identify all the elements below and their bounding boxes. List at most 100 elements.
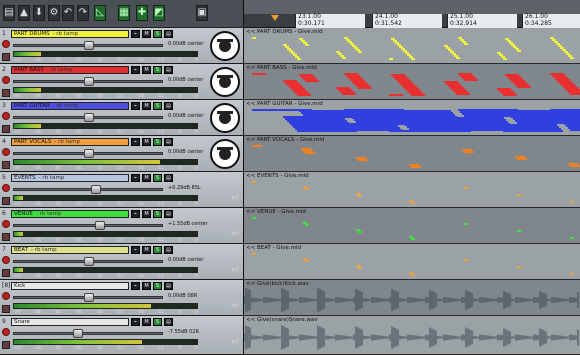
solo-button[interactable]: S <box>153 246 162 254</box>
track-6[interactable]: 6 VENUE - rb tamp ⌁ M S ▤ +1.55dB center -inf -48… <box>0 208 244 244</box>
env-button[interactable]: ▤ <box>164 318 173 326</box>
track-lane-4[interactable]: << PART VOCALS - Give.mid <box>244 136 580 172</box>
timeline-marker[interactable]: 24.1.00 0:31.542 <box>372 13 442 28</box>
env-button[interactable]: ▤ <box>164 66 173 74</box>
record-arm-button[interactable] <box>2 328 10 336</box>
io-routing-button[interactable] <box>2 341 10 349</box>
record-arm-button[interactable] <box>2 184 10 192</box>
track-7[interactable]: 7 BEAT - rb tamp ⌁ M S ▤ 0.00dB center -inf -48 -4… <box>0 244 244 280</box>
volume-fader-knob[interactable] <box>84 77 94 86</box>
io-routing-button[interactable] <box>2 269 10 277</box>
env-button[interactable]: ▤ <box>164 30 173 38</box>
track-name-field[interactable]: VENUE - rb tamp <box>11 210 129 218</box>
timeline-marker[interactable]: 26.1.00 0:34.285 <box>522 13 580 28</box>
track-lane-3[interactable]: << PART GUITAR - Give.mid <box>244 100 580 136</box>
io-routing-button[interactable] <box>2 197 10 205</box>
volume-fader[interactable] <box>13 113 163 122</box>
track-lane-5[interactable]: << EVENTS - Give.mid <box>244 172 580 208</box>
mute-button[interactable]: M <box>142 210 151 218</box>
track-name-field[interactable]: Kick <box>11 282 129 290</box>
volume-fader[interactable] <box>13 293 163 302</box>
volume-fader-knob[interactable] <box>84 113 94 122</box>
mute-button[interactable]: M <box>142 318 151 326</box>
metronome-button[interactable]: ◺ <box>94 5 106 21</box>
mute-button[interactable]: M <box>142 138 151 146</box>
env-button[interactable]: ▤ <box>164 174 173 182</box>
solo-button[interactable]: S <box>153 30 162 38</box>
save-project-button[interactable]: ⬇ <box>33 5 45 21</box>
track-lane-2[interactable]: << PART BASS - Give.mid <box>244 64 580 100</box>
playhead-marker-icon[interactable] <box>271 15 279 21</box>
track-lane-8[interactable]: << Give(kick)Kick.wav <box>244 280 580 316</box>
mute-button[interactable]: M <box>142 246 151 254</box>
record-arm-button[interactable] <box>2 256 10 264</box>
track-name-field[interactable]: BEAT - rb tamp <box>11 246 129 254</box>
volume-fader-knob[interactable] <box>72 329 83 338</box>
track-9[interactable]: 9 Snare ⌁ M S ▤ -7.55dB 02R -inf -48 -42 -36 -30 -24… <box>0 316 244 355</box>
volume-fader-knob[interactable] <box>91 185 101 194</box>
volume-fader-knob[interactable] <box>84 257 94 266</box>
fx-button[interactable]: ⌁ <box>131 102 140 110</box>
io-routing-button[interactable] <box>2 89 10 97</box>
solo-button[interactable]: S <box>153 138 162 146</box>
solo-button[interactable]: S <box>153 174 162 182</box>
track-lane-6[interactable]: << VENUE - Give.mid <box>244 208 580 244</box>
record-arm-button[interactable] <box>2 292 10 300</box>
track-name-field[interactable]: PART BASS - rb tamp <box>11 66 129 74</box>
fx-button[interactable]: ⌁ <box>131 30 140 38</box>
volume-fader[interactable] <box>13 77 163 86</box>
io-routing-button[interactable] <box>2 233 10 241</box>
project-settings-button[interactable]: ⚙ <box>48 5 60 21</box>
fx-button[interactable]: ⌁ <box>131 282 140 290</box>
mute-button[interactable]: M <box>142 102 151 110</box>
record-arm-button[interactable] <box>2 76 10 84</box>
record-arm-button[interactable] <box>2 148 10 156</box>
mute-button[interactable]: M <box>142 174 151 182</box>
volume-fader-knob[interactable] <box>84 149 94 158</box>
solo-button[interactable]: S <box>153 66 162 74</box>
record-arm-button[interactable] <box>2 40 10 48</box>
volume-fader-knob[interactable] <box>84 293 94 302</box>
volume-fader[interactable] <box>13 41 163 50</box>
new-project-button[interactable]: ▤ <box>3 5 15 21</box>
undo-button[interactable]: ↶ <box>62 5 74 21</box>
fx-button[interactable]: ⌁ <box>131 66 140 74</box>
volume-fader[interactable] <box>13 221 163 230</box>
track-lane-9[interactable]: << Give(snare)Snare.wav <box>244 316 580 355</box>
solo-button[interactable]: S <box>153 318 162 326</box>
track-name-field[interactable]: Snare <box>11 318 129 326</box>
record-arm-button[interactable] <box>2 220 10 228</box>
track-name-field[interactable]: EVENTS - rb tamp <box>11 174 129 182</box>
track-name-field[interactable]: PART VOCALS - rb tamp <box>11 138 129 146</box>
track-8[interactable]: [8] Kick ⌁ M S ▤ 0.00dB 08R -inf -48 -42 -36 -30 -24… <box>0 280 244 316</box>
record-arm-button[interactable] <box>2 112 10 120</box>
io-routing-button[interactable] <box>2 305 10 313</box>
track-1[interactable]: 1 PART DRUMS - rb tamp ⌁ M S ▤ 0.00dB center -in… <box>0 28 244 64</box>
timeline-marker[interactable]: 23.1.00 0:30.171 <box>295 13 365 28</box>
mute-button[interactable]: M <box>142 282 151 290</box>
solo-button[interactable]: S <box>153 210 162 218</box>
arrange-view[interactable]: << PART DRUMS - Give.mid << PART BASS - G… <box>244 28 580 355</box>
env-button[interactable]: ▤ <box>164 102 173 110</box>
volume-fader[interactable] <box>13 185 163 194</box>
track-3[interactable]: 3 PART GUITAR - rb tamp ⌁ M S ▤ 0.00dB center -i… <box>0 100 244 136</box>
ruler-top-band[interactable] <box>244 0 580 14</box>
volume-fader[interactable] <box>13 329 163 338</box>
volume-fader-knob[interactable] <box>95 221 106 230</box>
timeline-marker[interactable]: 25.1.00 0:32.914 <box>447 13 517 28</box>
solo-button[interactable]: S <box>153 282 162 290</box>
mute-button[interactable]: M <box>142 30 151 38</box>
track-name-field[interactable]: PART DRUMS - rb tamp <box>11 30 129 38</box>
grid-button[interactable]: ▦ <box>118 5 130 21</box>
track-lane-7[interactable]: << BEAT - Give.mid <box>244 244 580 280</box>
env-button[interactable]: ▤ <box>164 210 173 218</box>
track-lane-1[interactable]: << PART DRUMS - Give.mid <box>244 28 580 64</box>
env-button[interactable]: ▤ <box>164 246 173 254</box>
track-2[interactable]: 2 PART BASS - rb tamp ⌁ M S ▤ 0.00dB center -inf… <box>0 64 244 100</box>
mute-button[interactable]: M <box>142 66 151 74</box>
volume-fader[interactable] <box>13 149 163 158</box>
env-button[interactable]: ▤ <box>164 282 173 290</box>
volume-fader[interactable] <box>13 257 163 266</box>
volume-fader-knob[interactable] <box>84 41 94 50</box>
fx-button[interactable]: ⌁ <box>131 246 140 254</box>
